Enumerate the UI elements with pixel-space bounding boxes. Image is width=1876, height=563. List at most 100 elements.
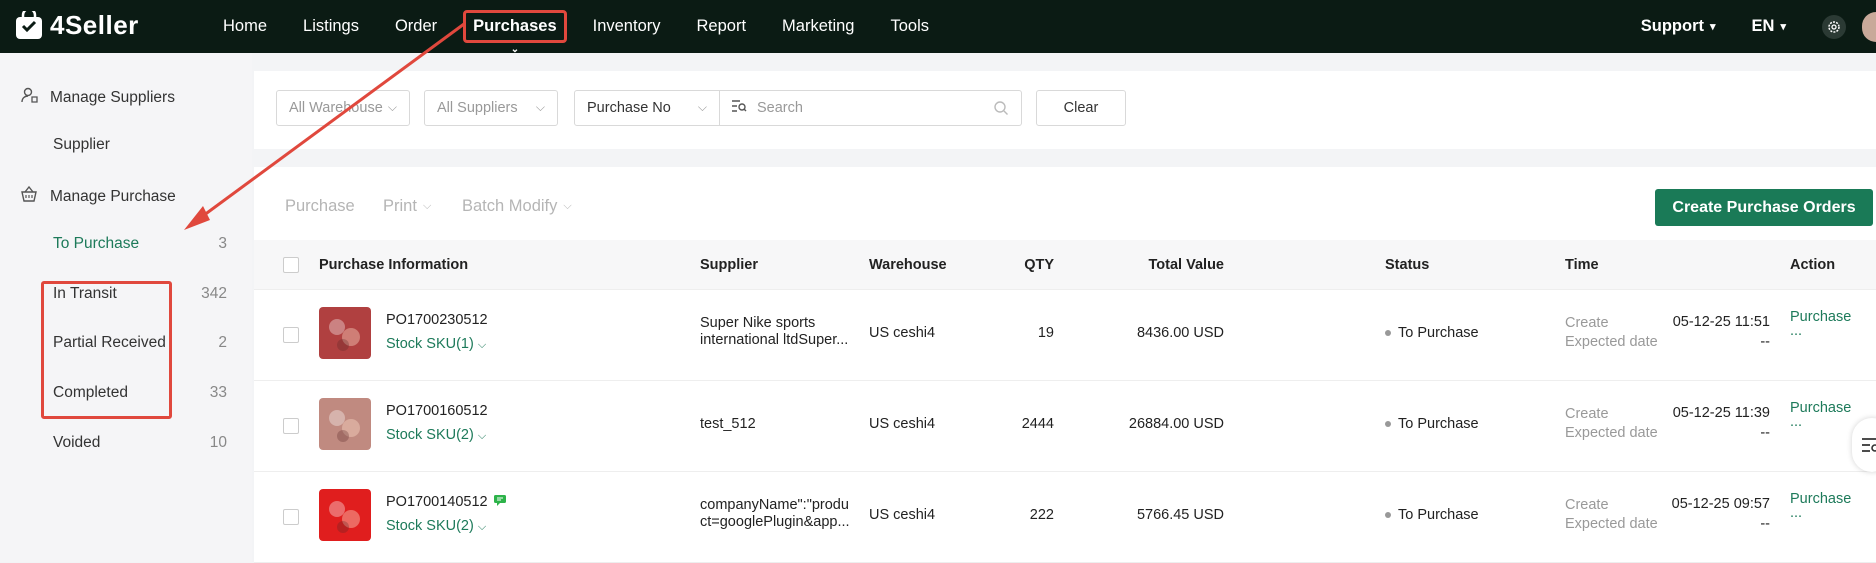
- column-header-info: Purchase Information: [319, 257, 469, 273]
- stock-sku-toggle[interactable]: Stock SKU(1) ⌵: [386, 336, 486, 352]
- column-header-action: Action: [1790, 257, 1836, 273]
- side-panel-toggle[interactable]: [1852, 418, 1876, 472]
- nav-inventory[interactable]: Inventory: [593, 11, 661, 42]
- supplier-name-line: companyName":"produ: [700, 497, 849, 513]
- search-input[interactable]: Search: [719, 90, 1022, 126]
- search-placeholder: Search: [757, 100, 803, 116]
- supplier-name-line: international ltdSuper...: [700, 332, 849, 348]
- warehouse-cell: US ceshi4: [869, 507, 936, 523]
- chevron-down-icon: ⌵: [697, 100, 707, 114]
- sidebar-item-label: To Purchase: [53, 235, 140, 252]
- row-checkbox[interactable]: [283, 418, 299, 434]
- status-badge: To Purchase: [1385, 325, 1479, 341]
- nav-order[interactable]: Order: [395, 11, 437, 42]
- nav-purchases[interactable]: Purchases ⌄: [463, 10, 567, 55]
- expected-date-label: Expected date: [1565, 516, 1658, 532]
- nav-marketing[interactable]: Marketing: [782, 11, 854, 42]
- supplier-name-line: Super Nike sports: [700, 315, 816, 331]
- warehouse-select-value: All Warehouse: [289, 100, 383, 116]
- sidebar-group-label: Manage Suppliers: [50, 88, 175, 106]
- language-label: EN: [1751, 17, 1775, 35]
- more-actions-link[interactable]: ...: [1790, 505, 1802, 521]
- support-menu[interactable]: Support ▾: [1641, 17, 1716, 36]
- sidebar-item-count: 342: [201, 285, 227, 302]
- chevron-down-icon: ⌵: [387, 100, 397, 114]
- batch-modify-dropdown[interactable]: Batch Modify ⌵: [462, 197, 572, 216]
- qty-cell: 19: [1037, 325, 1054, 341]
- warehouse-select[interactable]: All Warehouse ⌵: [276, 90, 410, 126]
- gear-icon[interactable]: [1822, 14, 1846, 39]
- more-actions-link[interactable]: ...: [1790, 414, 1802, 430]
- product-thumbnail[interactable]: [319, 398, 371, 450]
- purchase-button[interactable]: Purchase: [285, 197, 355, 216]
- nav-tools[interactable]: Tools: [890, 11, 929, 42]
- po-number-text: PO1700230512: [386, 312, 488, 328]
- basket-icon: [20, 185, 38, 208]
- chevron-down-icon: ⌄: [510, 44, 520, 55]
- po-number-text: PO1700160512: [386, 403, 488, 419]
- po-number[interactable]: PO1700230512: [386, 312, 488, 328]
- status-text: To Purchase: [1398, 507, 1479, 523]
- search-type-value: Purchase No: [587, 100, 671, 116]
- expected-date-value: --: [1760, 334, 1770, 350]
- supplier-select-value: All Suppliers: [437, 100, 518, 116]
- expected-date-label: Expected date: [1565, 425, 1658, 441]
- nav-listings[interactable]: Listings: [303, 11, 359, 42]
- stock-sku-toggle[interactable]: Stock SKU(2) ⌵: [386, 518, 486, 534]
- sidebar-item-count: 2: [218, 334, 227, 351]
- more-actions-link[interactable]: ...: [1790, 323, 1802, 339]
- avatar[interactable]: [1862, 11, 1876, 42]
- sidebar-item-voided[interactable]: Voided 10: [53, 434, 227, 452]
- create-label: Create: [1565, 497, 1609, 513]
- column-header-qty: QTY: [1024, 257, 1054, 273]
- highlight-box: [463, 10, 567, 43]
- clear-button[interactable]: Clear: [1036, 90, 1126, 126]
- brand-logo[interactable]: 4Seller: [14, 7, 139, 41]
- supplier-select[interactable]: All Suppliers ⌵: [424, 90, 558, 126]
- sidebar-item-count: 10: [209, 434, 227, 451]
- po-number[interactable]: PO1700160512: [386, 403, 488, 419]
- sidebar-item-supplier[interactable]: Supplier: [53, 136, 227, 154]
- row-checkbox[interactable]: [283, 509, 299, 525]
- sidebar-item-to-purchase[interactable]: To Purchase 3: [53, 235, 227, 253]
- qty-cell: 222: [1029, 507, 1054, 523]
- product-thumbnail[interactable]: [319, 489, 371, 541]
- search-type-select[interactable]: Purchase No ⌵: [574, 90, 720, 126]
- create-label: Create: [1565, 406, 1609, 422]
- po-number[interactable]: PO1700140512: [386, 494, 506, 510]
- stock-sku-toggle[interactable]: Stock SKU(2) ⌵: [386, 427, 486, 443]
- status-dot: [1385, 421, 1391, 427]
- message-icon[interactable]: [493, 494, 506, 510]
- create-purchase-orders-button[interactable]: Create Purchase Orders: [1655, 189, 1873, 226]
- expected-date-value: --: [1760, 516, 1770, 532]
- stock-sku-label: Stock SKU(2): [386, 518, 474, 534]
- status-text: To Purchase: [1398, 325, 1479, 341]
- print-dropdown[interactable]: Print ⌵: [383, 197, 431, 216]
- row-checkbox[interactable]: [283, 327, 299, 343]
- po-number-text: PO1700140512: [386, 494, 488, 510]
- nav-report[interactable]: Report: [697, 11, 747, 42]
- total-value-cell: 8436.00 USD: [1136, 325, 1224, 341]
- create-time: 05-12-25 11:39: [1672, 405, 1770, 421]
- filter-bar: All Warehouse ⌵ All Suppliers ⌵ Purchase…: [254, 71, 1876, 149]
- column-header-warehouse: Warehouse: [869, 257, 947, 273]
- total-value-cell: 26884.00 USD: [1128, 416, 1224, 432]
- stock-sku-label: Stock SKU(1): [386, 336, 474, 352]
- table-row: PO1700140512 Stock SKU(2) ⌵ companyName":"…: [254, 472, 1876, 563]
- nav-home[interactable]: Home: [223, 11, 267, 42]
- language-menu[interactable]: EN ▾: [1752, 17, 1786, 36]
- total-value-cell: 5766.45 USD: [1136, 507, 1224, 523]
- sidebar-group-label: Manage Purchase: [50, 187, 176, 205]
- supplier-icon: [20, 86, 38, 109]
- table-row: PO1700230512 Stock SKU(1) ⌵ Super Nike spo…: [254, 290, 1876, 381]
- purchase-list-panel: Purchase Print ⌵ Batch Modify ⌵ Create Pur…: [254, 167, 1876, 563]
- shopping-bag-icon: [14, 7, 44, 41]
- sidebar-item-label: Supplier: [53, 136, 110, 153]
- select-all-checkbox[interactable]: [283, 257, 299, 273]
- top-navigation-bar: 4Seller Home Listings Order Purchases ⌄ …: [0, 0, 1876, 55]
- product-thumbnail[interactable]: [319, 307, 371, 359]
- expected-date-label: Expected date: [1565, 334, 1658, 350]
- sidebar-group-manage-suppliers[interactable]: Manage Suppliers: [20, 86, 175, 109]
- search-icon[interactable]: [993, 100, 1009, 120]
- sidebar-group-manage-purchase[interactable]: Manage Purchase: [20, 185, 176, 208]
